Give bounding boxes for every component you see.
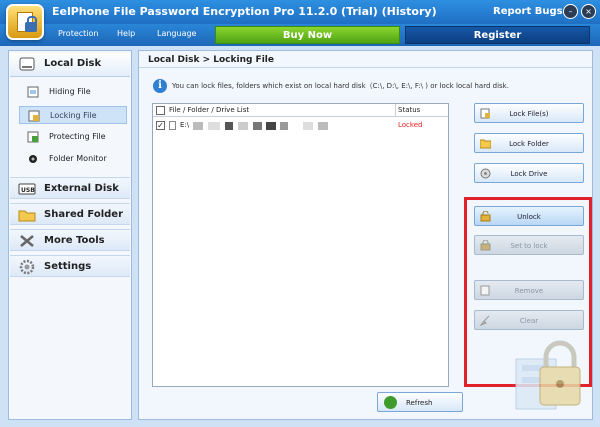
info-message: You can lock files, folders which exist … — [172, 82, 509, 90]
sidebar-label-shared-folder: Shared Folder — [44, 209, 124, 220]
lock-files-label: Lock File(s) — [509, 110, 549, 118]
sidebar-item-folder-monitor[interactable]: Folder Monitor — [19, 150, 127, 168]
main-content: Local Disk > Locking File i You can lock… — [138, 50, 593, 420]
sidebar-label-hiding-file: Hiding File — [49, 87, 91, 96]
sidebar-label-locking-file: Locking File — [50, 111, 97, 120]
column-header-name: File / Folder / Drive List — [169, 106, 250, 114]
sidebar-section-local-disk[interactable]: Local Disk — [10, 53, 130, 77]
title-bar: EelPhone File Password Encryption Pro 11… — [0, 0, 600, 24]
file-icon — [169, 121, 176, 130]
hide-file-icon — [27, 86, 39, 98]
sidebar: Local Disk Hiding File Locking File Prot… — [8, 50, 132, 420]
menu-bar: Protection Help Language Buy Now Registe… — [0, 24, 600, 46]
sidebar-section-settings[interactable]: Settings — [10, 255, 130, 277]
breadcrumb: Local Disk > Locking File — [148, 55, 274, 65]
refresh-button[interactable]: Refresh — [377, 392, 463, 412]
table-row[interactable]: ✓ E:\ Locked — [153, 119, 448, 132]
lock-files-button[interactable]: Lock File(s) — [474, 103, 584, 123]
report-bugs-link[interactable]: Report Bugs — [493, 6, 563, 17]
select-all-checkbox[interactable] — [156, 106, 165, 115]
svg-text:USB: USB — [21, 187, 35, 194]
gear-icon — [19, 259, 35, 275]
breadcrumb-divider — [139, 67, 592, 68]
sidebar-label-local-disk: Local Disk — [44, 58, 102, 69]
sidebar-label-folder-monitor: Folder Monitor — [49, 154, 107, 163]
sidebar-section-more-tools[interactable]: More Tools — [10, 229, 130, 251]
sidebar-label-settings: Settings — [44, 261, 92, 272]
lock-file-icon — [28, 110, 40, 122]
file-list[interactable]: File / Folder / Drive List Status ✓ E:\ … — [152, 103, 449, 387]
lock-drive-button[interactable]: Lock Drive — [474, 163, 584, 183]
menu-language[interactable]: Language — [157, 29, 196, 38]
row-path: E:\ — [180, 121, 190, 129]
sidebar-section-external-disk[interactable]: USB External Disk — [10, 177, 130, 199]
close-button[interactable]: × — [581, 4, 596, 19]
row-status: Locked — [398, 121, 423, 129]
refresh-icon — [384, 396, 397, 409]
row-checkbox[interactable]: ✓ — [156, 121, 165, 130]
minimize-button[interactable]: – — [563, 4, 578, 19]
tools-icon — [20, 235, 34, 247]
usb-icon: USB — [18, 183, 36, 195]
column-header-status: Status — [398, 106, 421, 114]
padlock-watermark-icon — [515, 340, 581, 410]
monitor-icon — [29, 155, 37, 163]
buy-now-button[interactable]: Buy Now — [215, 26, 400, 44]
hard-disk-icon — [19, 57, 35, 71]
info-icon: i — [153, 79, 167, 93]
lock-folder-label: Lock Folder — [509, 140, 549, 148]
sidebar-section-shared-folder[interactable]: Shared Folder — [10, 203, 130, 225]
window-title: EelPhone File Password Encryption Pro 11… — [52, 5, 437, 18]
sidebar-label-protecting-file: Protecting File — [49, 132, 106, 141]
refresh-label: Refresh — [406, 399, 433, 407]
protect-file-icon — [27, 131, 39, 143]
folder-icon — [18, 210, 36, 222]
app-logo-icon — [6, 4, 44, 40]
sidebar-item-protecting-file[interactable]: Protecting File — [19, 128, 127, 146]
lock-folder-button[interactable]: Lock Folder — [474, 133, 584, 153]
column-separator — [395, 104, 396, 117]
sidebar-item-hiding-file[interactable]: Hiding File — [19, 83, 127, 101]
sidebar-label-external-disk: External Disk — [44, 183, 119, 194]
menu-help[interactable]: Help — [117, 29, 135, 38]
sidebar-item-locking-file[interactable]: Locking File — [19, 106, 127, 124]
register-button[interactable]: Register — [405, 26, 590, 44]
menu-protection[interactable]: Protection — [58, 29, 98, 38]
lock-drive-label: Lock Drive — [510, 170, 548, 178]
file-list-header: File / Folder / Drive List Status — [153, 104, 448, 117]
sidebar-label-more-tools: More Tools — [44, 235, 105, 246]
